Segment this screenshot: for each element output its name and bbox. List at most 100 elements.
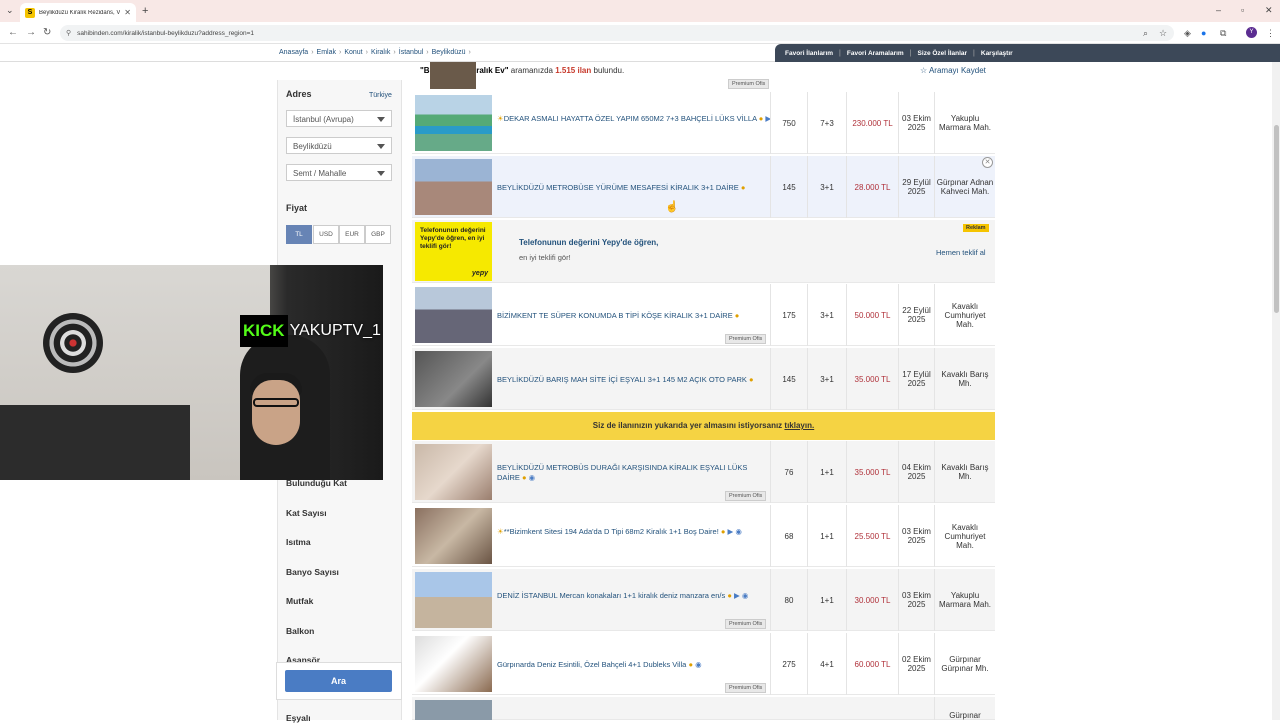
- scrollbar-thumb[interactable]: [1274, 125, 1279, 313]
- back-icon[interactable]: ←: [8, 27, 18, 38]
- neighborhood-select[interactable]: Semt / Mahalle: [286, 164, 392, 181]
- listing-thumbnail[interactable]: [415, 287, 492, 343]
- address-bar[interactable]: ⚲ sahibinden.com/kiralik/istanbul-beylik…: [60, 25, 1174, 41]
- listing-thumbnail[interactable]: [415, 508, 492, 564]
- listing-title[interactable]: BEYLİKDÜZÜ BARIŞ MAH SİTE İÇİ EŞYALI 3+1…: [497, 375, 772, 385]
- listing-thumbnail[interactable]: [415, 95, 492, 151]
- minimize-icon[interactable]: –: [1216, 5, 1221, 15]
- listing-title[interactable]: BİZİMKENT TE SÜPER KONUMDA B TİPİ KÖŞE K…: [497, 311, 772, 321]
- listing-row[interactable]: ☀DEKAR ASMALI HAYATTA ÖZEL YAPIM 650M2 7…: [412, 92, 995, 154]
- heating-filter[interactable]: Isıtma: [286, 537, 311, 547]
- close-tab-icon[interactable]: ✕: [124, 8, 131, 17]
- listing-row[interactable]: BEYLİKDÜZÜ METROBÜS DURAĞI KARŞISINDA Kİ…: [412, 441, 995, 503]
- listing-row[interactable]: Gürpınar: [412, 697, 995, 720]
- listing-title[interactable]: DENİZ İSTANBUL Mercan konakaları 1+1 kir…: [497, 591, 772, 601]
- promo-link[interactable]: tıklayın.: [784, 421, 814, 430]
- new-tab-icon[interactable]: +: [142, 5, 148, 17]
- listing-thumbnail[interactable]: [430, 62, 476, 89]
- extension-shield-icon[interactable]: ◈: [1184, 28, 1191, 39]
- listing-thumbnail[interactable]: [415, 159, 492, 215]
- listing-thumbnail[interactable]: [415, 572, 492, 628]
- listing-thumbnail[interactable]: [415, 351, 492, 407]
- listing-row[interactable]: BEYLİKDÜZÜ BARIŞ MAH SİTE İÇİ EŞYALI 3+1…: [412, 348, 995, 410]
- forward-icon[interactable]: →: [26, 27, 36, 38]
- country-link[interactable]: Türkiye: [369, 92, 392, 99]
- listing-row[interactable]: ☀**Bizimkent Sitesi 194 Ada'da D Tipi 68…: [412, 505, 995, 567]
- search-button[interactable]: Ara: [285, 670, 392, 692]
- currency-tl-button[interactable]: TL: [286, 225, 312, 244]
- listing-thumbnail[interactable]: [415, 636, 492, 692]
- premium-badge: Premium Ofis: [725, 619, 767, 629]
- listing-title[interactable]: BEYLİKDÜZÜ METROBÜSE YÜRÜME MESAFESİ KİR…: [497, 183, 772, 193]
- listing-location: Gürpınar: [934, 697, 995, 720]
- city-select[interactable]: İstanbul (Avrupa): [286, 110, 392, 127]
- listing-price: 60.000 TL: [846, 633, 898, 695]
- listing-title[interactable]: Gürpınarda Deniz Esintili, Özel Bahçeli …: [497, 660, 772, 670]
- extension-blue-icon[interactable]: ●: [1201, 28, 1206, 38]
- listing-m2: 80: [770, 569, 807, 631]
- listing-thumbnail[interactable]: [415, 700, 492, 720]
- kitchen-filter[interactable]: Mutfak: [286, 596, 313, 606]
- tab-list-icon[interactable]: ⌄: [6, 5, 14, 16]
- zoom-icon[interactable]: ⌕: [1143, 28, 1148, 39]
- listing-title[interactable]: ☀DEKAR ASMALI HAYATTA ÖZEL YAPIM 650M2 7…: [497, 114, 772, 124]
- favorite-searches-link[interactable]: Favori Aramalarım: [847, 50, 904, 57]
- reload-icon[interactable]: ↻: [43, 27, 51, 38]
- maximize-icon[interactable]: ▫: [1241, 5, 1244, 15]
- hide-listing-close-icon[interactable]: ✕: [982, 157, 993, 168]
- save-search-link[interactable]: ☆ Aramayı Kaydet: [920, 66, 986, 75]
- breadcrumb-item[interactable]: Emlak: [317, 49, 336, 56]
- district-select[interactable]: Beylikdüzü: [286, 137, 392, 154]
- breadcrumb-item[interactable]: İstanbul: [399, 49, 424, 56]
- listing-date: 29 Eylül 2025: [898, 156, 934, 218]
- breadcrumb: Anasayfa › Emlak › Konut › Kiralık › İstanbu…: [279, 49, 471, 56]
- currency-eur-button[interactable]: EUR: [339, 225, 365, 244]
- listing-title[interactable]: ☀**Bizimkent Sitesi 194 Ada'da D Tipi 68…: [497, 527, 772, 537]
- site-info-icon[interactable]: ⚲: [66, 29, 71, 37]
- close-window-icon[interactable]: ✕: [1265, 5, 1273, 16]
- listing-title[interactable]: BEYLİKDÜZÜ METROBÜS DURAĞI KARŞISINDA Kİ…: [497, 463, 772, 483]
- listing-row[interactable]: BİZİMKENT TE SÜPER KONUMDA B TİPİ KÖŞE K…: [412, 284, 995, 346]
- listing-rooms: 3+1: [807, 348, 846, 410]
- listing-date: 02 Ekim 2025: [898, 633, 934, 695]
- listing-thumbnail[interactable]: [415, 444, 492, 500]
- bathroom-filter[interactable]: Banyo Sayısı: [286, 567, 339, 577]
- special-listings-link[interactable]: Size Özel İlanlar: [918, 50, 968, 57]
- currency-gbp-button[interactable]: GBP: [365, 225, 391, 244]
- breadcrumb-item[interactable]: Kiralık: [371, 49, 390, 56]
- streamer-glasses: [253, 398, 299, 407]
- favorite-listings-link[interactable]: Favori İlanlarım: [785, 50, 833, 57]
- listing-m2: 750: [770, 92, 807, 154]
- compare-link[interactable]: Karşılaştır: [981, 50, 1013, 57]
- pin-icon: ●: [740, 183, 746, 192]
- breadcrumb-item[interactable]: Beylikdüzü: [432, 49, 466, 56]
- listing-row[interactable]: BEYLİKDÜZÜ METROBÜSE YÜRÜME MESAFESİ KİR…: [412, 156, 995, 218]
- pin-icon: ●: [688, 660, 693, 669]
- furnished-filter[interactable]: Eşyalı: [286, 713, 311, 723]
- mouse-cursor-icon: ☝: [665, 201, 679, 213]
- listing-row[interactable]: DENİZ İSTANBUL Mercan konakaları 1+1 kir…: [412, 569, 995, 631]
- premium-badge: Premium Ofis: [725, 491, 767, 501]
- bookmark-star-icon[interactable]: ☆: [1159, 28, 1167, 39]
- menu-dots-icon[interactable]: ⋮: [1266, 28, 1275, 39]
- listing-m2: 275: [770, 633, 807, 695]
- listing-location: Kavaklı Barış Mh.: [934, 441, 995, 503]
- video-icon: ▶: [727, 527, 734, 536]
- breadcrumb-item[interactable]: Anasayfa: [279, 49, 308, 56]
- ad-row[interactable]: Telefonunun değerini Yepy'de öğren, en i…: [412, 220, 995, 283]
- balcony-filter[interactable]: Balkon: [286, 626, 314, 636]
- ad-title[interactable]: Telefonunun değerini Yepy'de öğren,: [519, 238, 658, 247]
- ad-cta-link[interactable]: Hemen teklif al: [936, 248, 986, 257]
- streamer-face: [252, 380, 300, 445]
- listing-row[interactable]: Gürpınarda Deniz Esintili, Özel Bahçeli …: [412, 633, 995, 695]
- floor-count-filter[interactable]: Kat Sayısı: [286, 508, 327, 518]
- listing-price: 35.000 TL: [846, 441, 898, 503]
- result-text: aramanızda: [510, 66, 553, 75]
- breadcrumb-item[interactable]: Konut: [344, 49, 362, 56]
- extensions-puzzle-icon[interactable]: ⧉: [1220, 28, 1226, 39]
- ad-image[interactable]: Telefonunun değerini Yepy'de öğren, en i…: [415, 222, 492, 281]
- listing-price: 30.000 TL: [846, 569, 898, 631]
- profile-avatar[interactable]: Y: [1246, 27, 1257, 38]
- browser-tab[interactable]: S Beylikdüzü Kiralık Rezidans, Vil ✕: [20, 3, 136, 22]
- currency-usd-button[interactable]: USD: [313, 225, 339, 244]
